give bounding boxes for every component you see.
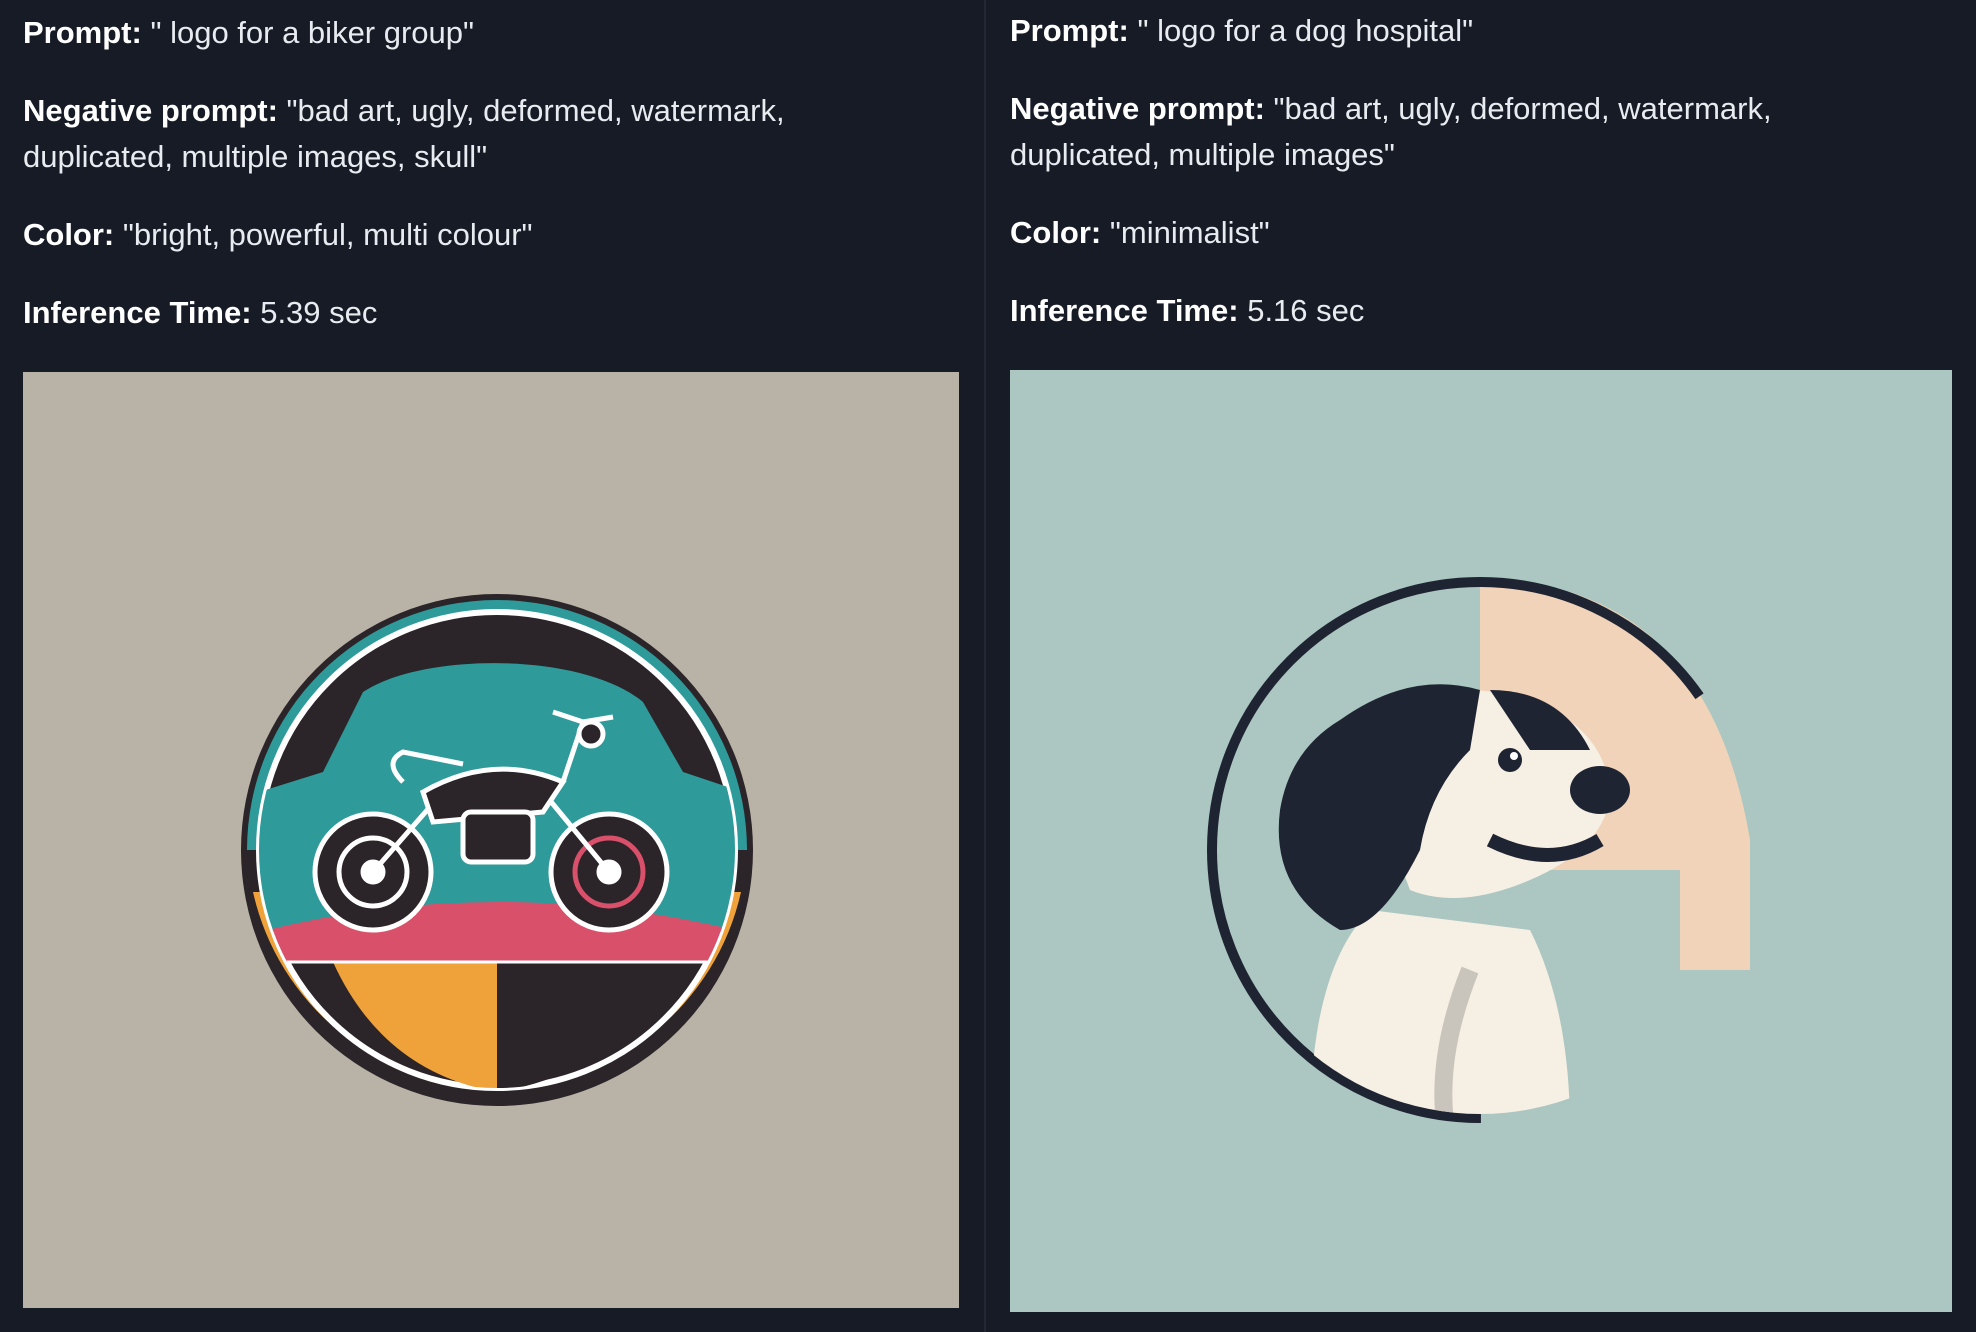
negative-prompt-value-cont: duplicated, multiple images, skull" <box>23 139 488 174</box>
negative-prompt-line: Negative prompt: "bad art, ugly, deforme… <box>1010 86 1950 132</box>
prompt-value: " logo for a dog hospital" <box>1137 13 1474 48</box>
color-line: Color: "minimalist" <box>1010 210 1950 256</box>
metadata-block: Prompt: " logo for a biker group" Negati… <box>23 10 963 336</box>
inference-time-label: Inference Time: <box>1010 293 1239 328</box>
negative-prompt-label: Negative prompt: <box>1010 91 1265 126</box>
negative-prompt-line: Negative prompt: "bad art, ugly, deforme… <box>23 88 963 134</box>
negative-prompt-value-cont: duplicated, multiple images" <box>1010 137 1395 172</box>
result-card-dog: Prompt: " logo for a dog hospital" Negat… <box>986 0 1976 1332</box>
negative-prompt-line-2: duplicated, multiple images, skull" <box>23 134 963 180</box>
inference-time-label: Inference Time: <box>23 295 252 330</box>
prompt-label: Prompt: <box>23 15 142 50</box>
inference-time-value: 5.39 sec <box>260 295 378 330</box>
inference-time-line: Inference Time: 5.16 sec <box>1010 288 1950 334</box>
prompt-line: Prompt: " logo for a dog hospital" <box>1010 8 1950 54</box>
color-label: Color: <box>23 217 115 252</box>
color-line: Color: "bright, powerful, multi colour" <box>23 212 963 258</box>
inference-time-value: 5.16 sec <box>1247 293 1365 328</box>
inference-time-line: Inference Time: 5.39 sec <box>23 290 963 336</box>
negative-prompt-label: Negative prompt: <box>23 93 278 128</box>
generated-image-biker <box>23 372 959 1308</box>
prompt-label: Prompt: <box>1010 13 1129 48</box>
generated-image-dog <box>1010 370 1952 1312</box>
color-label: Color: <box>1010 215 1102 250</box>
color-value: "bright, powerful, multi colour" <box>122 217 533 252</box>
negative-prompt-value: "bad art, ugly, deformed, watermark, <box>286 93 785 128</box>
prompt-line: Prompt: " logo for a biker group" <box>23 10 963 56</box>
negative-prompt-value: "bad art, ugly, deformed, watermark, <box>1273 91 1772 126</box>
metadata-block: Prompt: " logo for a dog hospital" Negat… <box>1010 8 1950 334</box>
negative-prompt-line-2: duplicated, multiple images" <box>1010 132 1950 178</box>
dog-logo-icon <box>1010 370 1952 1312</box>
prompt-value: " logo for a biker group" <box>150 15 475 50</box>
motorcycle-logo-icon <box>23 372 959 1308</box>
result-card-biker: Prompt: " logo for a biker group" Negati… <box>0 0 984 1332</box>
color-value: "minimalist" <box>1109 215 1270 250</box>
